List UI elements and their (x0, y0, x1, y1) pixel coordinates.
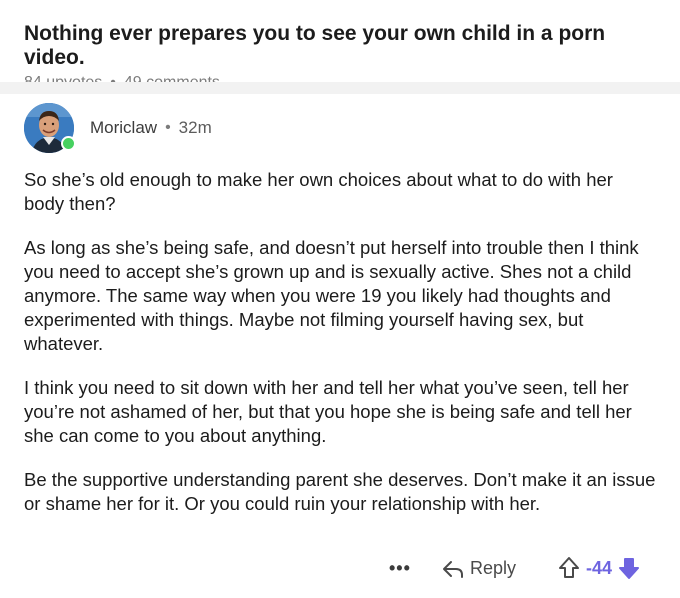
comment-actions: ••• Reply -44 (0, 548, 680, 592)
more-dots-icon: ••• (389, 558, 411, 578)
comment-body: So she’s old enough to make her own choi… (24, 168, 656, 516)
reply-label: Reply (470, 558, 517, 578)
post-title[interactable]: Nothing ever prepares you to see your ow… (24, 22, 664, 70)
section-divider (0, 82, 680, 94)
comment: Moriclaw • 32m So she’s old enough to ma… (24, 100, 656, 536)
more-options-button[interactable]: ••• (389, 558, 411, 579)
online-status-indicator (61, 136, 76, 151)
comment-author[interactable]: Moriclaw (90, 118, 157, 138)
vote-controls: -44 (558, 556, 640, 580)
comment-paragraph: As long as she’s being safe, and doesn’t… (24, 237, 639, 354)
comment-paragraph: Be the supportive understanding parent s… (24, 469, 656, 514)
upvote-arrow-icon[interactable] (558, 556, 580, 580)
avatar[interactable] (24, 103, 76, 153)
reply-arrow-icon (442, 559, 464, 579)
reply-button[interactable]: Reply (442, 558, 516, 579)
downvote-arrow-icon[interactable] (618, 556, 640, 580)
comment-paragraph: So she’s old enough to make her own choi… (24, 169, 613, 214)
comment-header: Moriclaw • 32m (24, 100, 656, 156)
comment-paragraph: I think you need to sit down with her an… (24, 377, 632, 446)
vote-score: -44 (586, 557, 613, 578)
comment-meta-separator: • (165, 119, 171, 136)
comment-timestamp: 32m (178, 118, 212, 137)
